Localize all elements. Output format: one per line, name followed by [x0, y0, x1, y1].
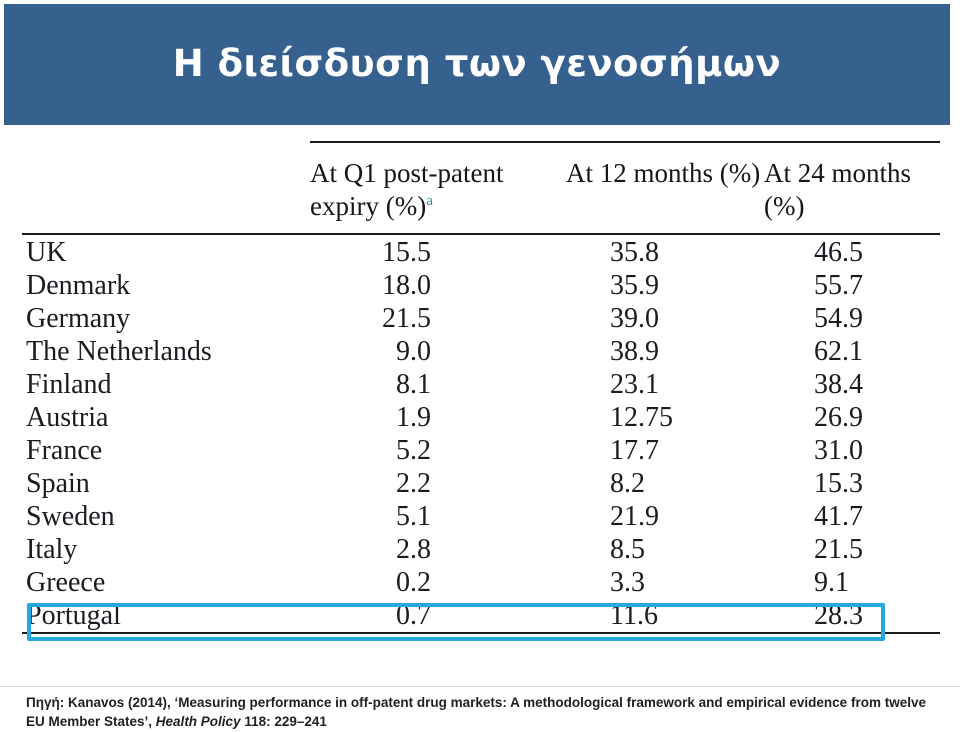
table-row: France 5.2 17.7 31.0 — [22, 434, 940, 467]
table-row: Spain 2.2 8.2 15.3 — [22, 467, 940, 500]
row-value-12-months: 11.6 — [610, 599, 658, 631]
citation-part-two: 118: 229–241 — [240, 714, 327, 729]
row-value-12-months: 39.0 — [610, 302, 659, 334]
row-value-q1: 5.2 — [396, 434, 431, 466]
row-value-q1: 18.0 — [382, 269, 431, 301]
row-value-12-months: 8.2 — [610, 467, 645, 499]
column-header-12-months-label: At 12 months (%) — [566, 158, 761, 188]
row-value-12-months: 3.3 — [610, 566, 645, 598]
table-row: Portugal 0.7 11.6 28.3 — [22, 599, 940, 632]
slide-title-banner: Η διείσδυση των γενοσήμων — [4, 4, 950, 125]
page-title: Η διείσδυση των γενοσήμων — [172, 42, 782, 86]
row-value-12-months: 35.8 — [610, 236, 659, 268]
column-header-12-months: At 12 months (%) — [566, 143, 764, 233]
row-value-q1: 8.1 — [396, 368, 431, 400]
row-country: Denmark — [26, 269, 131, 301]
row-country: Germany — [26, 302, 131, 334]
row-value-24-months: 26.9 — [814, 401, 863, 433]
footnote-marker-a: a — [426, 192, 433, 209]
row-value-24-months: 46.5 — [814, 236, 863, 268]
column-header-24-months: At 24 months (%) — [764, 143, 940, 233]
table-row: Austria 1.9 12.75 26.9 — [22, 401, 940, 434]
row-value-12-months: 8.5 — [610, 533, 645, 565]
generic-penetration-table: At Q1 post-patent expiry (%)a At 12 mont… — [22, 140, 940, 635]
row-country: Portugal — [26, 599, 121, 631]
table-header: At Q1 post-patent expiry (%)a At 12 mont… — [22, 140, 940, 236]
row-country: Sweden — [26, 500, 115, 532]
table-bottom-rule — [22, 632, 940, 635]
table-row: UK 15.5 35.8 46.5 — [22, 236, 940, 269]
row-value-24-months: 55.7 — [814, 269, 863, 301]
row-value-12-months: 17.7 — [610, 434, 659, 466]
row-value-12-months: 12.75 — [610, 401, 673, 433]
table-row: Germany 21.5 39.0 54.9 — [22, 302, 940, 335]
table-bottom-rule-row — [22, 632, 940, 635]
row-value-24-months: 31.0 — [814, 434, 863, 466]
column-header-q1: At Q1 post-patent expiry (%)a — [310, 143, 566, 233]
column-header-q1-label: At Q1 post-patent expiry (%) — [310, 158, 504, 221]
row-value-q1: 0.2 — [396, 566, 431, 598]
row-value-12-months: 38.9 — [610, 335, 659, 367]
row-value-q1: 21.5 — [382, 302, 431, 334]
row-country: Austria — [26, 401, 109, 433]
row-value-24-months: 21.5 — [814, 533, 863, 565]
row-value-24-months: 9.1 — [814, 566, 849, 598]
row-country: Spain — [26, 467, 90, 499]
row-value-12-months: 35.9 — [610, 269, 659, 301]
row-country: Finland — [26, 368, 112, 400]
row-value-q1: 1.9 — [396, 401, 431, 433]
row-value-24-months: 15.3 — [814, 467, 863, 499]
row-value-24-months: 38.4 — [814, 368, 863, 400]
row-value-24-months: 54.9 — [814, 302, 863, 334]
table-row: Sweden 5.1 21.9 41.7 — [22, 500, 940, 533]
row-value-24-months: 41.7 — [814, 500, 863, 532]
row-value-q1: 5.1 — [396, 500, 431, 532]
row-value-q1: 2.8 — [396, 533, 431, 565]
source-citation: Πηγή: Kanavos (2014), ‘Measuring perform… — [26, 693, 938, 731]
row-value-q1: 15.5 — [382, 236, 431, 268]
row-value-12-months: 23.1 — [610, 368, 659, 400]
table-body: UK 15.5 35.8 46.5 Denmark 18.0 35.9 55.7 Germany… — [22, 236, 940, 632]
footer-divider — [0, 686, 960, 687]
row-country: Greece — [26, 566, 106, 598]
table-row: Finland 8.1 23.1 38.4 — [22, 368, 940, 401]
row-value-q1: 2.2 — [396, 467, 431, 499]
row-value-q1: 0.7 — [396, 599, 431, 631]
row-country: The Netherlands — [26, 335, 212, 367]
row-value-12-months: 21.9 — [610, 500, 659, 532]
citation-journal-name: Health Policy — [155, 714, 241, 729]
column-header-24-months-label: At 24 months (%) — [764, 158, 912, 221]
row-country: UK — [26, 236, 67, 268]
row-value-24-months: 62.1 — [814, 335, 863, 367]
row-value-24-months: 28.3 — [814, 599, 863, 631]
row-value-q1: 9.0 — [396, 335, 431, 367]
row-country: France — [26, 434, 103, 466]
column-header-country — [22, 143, 310, 233]
row-country: Italy — [26, 533, 78, 565]
table-header-row: At Q1 post-patent expiry (%)a At 12 mont… — [22, 143, 940, 233]
table-row: Greece 0.2 3.3 9.1 — [22, 566, 940, 599]
table-row: The Netherlands 9.0 38.9 62.1 — [22, 335, 940, 368]
table-row: Italy 2.8 8.5 21.5 — [22, 533, 940, 566]
table-container: At Q1 post-patent expiry (%)a At 12 mont… — [0, 140, 960, 685]
table-footer — [22, 632, 940, 635]
table-row: Denmark 18.0 35.9 55.7 — [22, 269, 940, 302]
